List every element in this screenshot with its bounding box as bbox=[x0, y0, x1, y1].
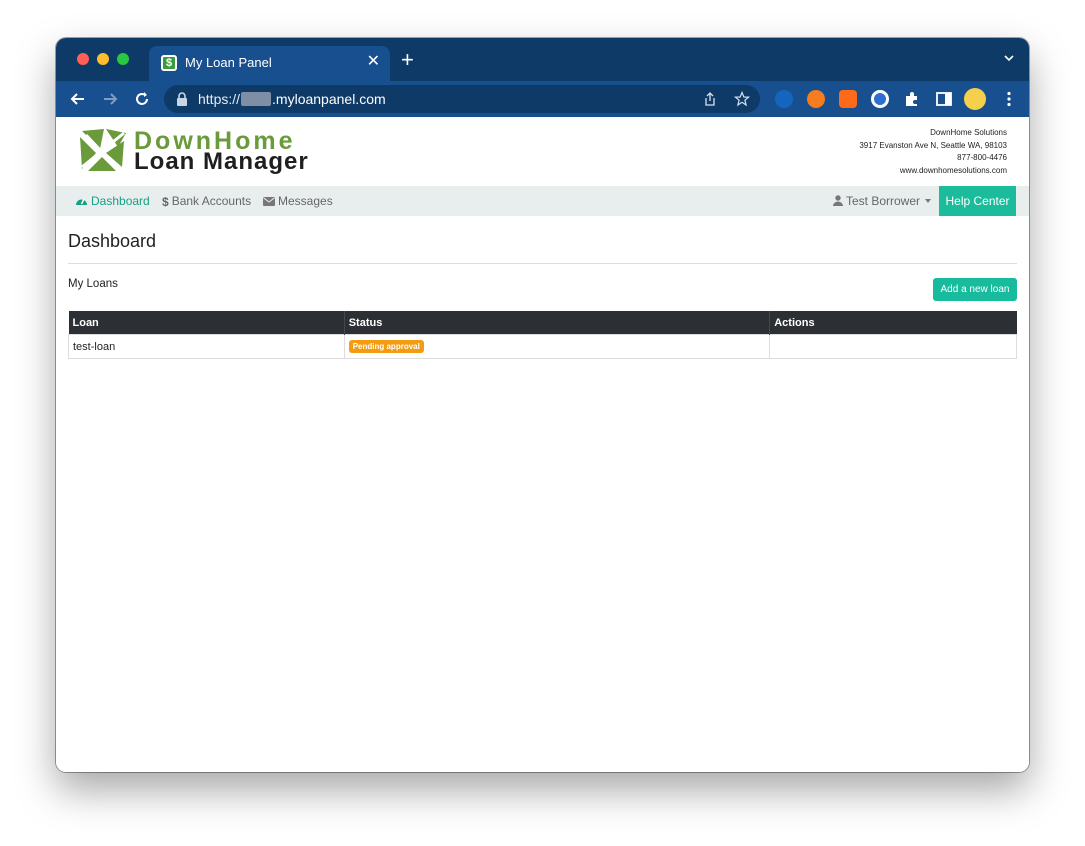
browser-window: $ My Loan Panel ✕ + https://.myloanpanel… bbox=[56, 38, 1029, 772]
page-content: DownHome Loan Manager DownHome Solutions… bbox=[56, 117, 1029, 772]
new-tab-icon[interactable]: + bbox=[401, 49, 414, 71]
section-label-my-loans: My Loans bbox=[68, 278, 118, 290]
user-menu-dropdown[interactable]: Test Borrower bbox=[833, 194, 932, 208]
tab-strip: $ My Loan Panel ✕ + bbox=[56, 38, 1029, 81]
loan-name-cell[interactable]: test-loan bbox=[68, 334, 345, 359]
back-arrow-icon[interactable] bbox=[68, 89, 88, 109]
nav-messages[interactable]: Messages bbox=[263, 194, 333, 208]
extension-c-icon[interactable] bbox=[775, 90, 793, 108]
reload-icon[interactable] bbox=[132, 89, 152, 109]
puzzle-extensions-icon[interactable] bbox=[903, 90, 921, 108]
loans-table: Loan Status Actions test-loan Pending ap… bbox=[68, 311, 1017, 359]
add-new-loan-button[interactable]: Add a new loan bbox=[933, 278, 1017, 301]
address-bar[interactable]: https://.myloanpanel.com bbox=[164, 85, 760, 113]
zoom-window-button[interactable] bbox=[117, 53, 129, 65]
nav-dashboard-label: Dashboard bbox=[91, 194, 150, 208]
page-title: Dashboard bbox=[68, 231, 157, 251]
browser-toolbar: https://.myloanpanel.com bbox=[56, 81, 1029, 117]
actions-cell bbox=[769, 334, 1017, 359]
column-header-loan: Loan bbox=[68, 311, 345, 335]
logo-mark-icon bbox=[80, 129, 126, 171]
caret-down-icon bbox=[925, 199, 932, 203]
minimize-window-button[interactable] bbox=[97, 53, 109, 65]
close-window-button[interactable] bbox=[77, 53, 89, 65]
help-center-button[interactable]: Help Center bbox=[939, 186, 1016, 216]
redacted-subdomain bbox=[241, 92, 272, 106]
divider bbox=[68, 263, 1017, 264]
browser-tab[interactable]: $ My Loan Panel ✕ bbox=[149, 46, 390, 81]
profile-avatar-icon[interactable] bbox=[964, 88, 986, 110]
nav-dashboard[interactable]: Dashboard bbox=[75, 194, 150, 208]
company-address: 3917 Evanston Ave N, Seattle WA, 98103 bbox=[859, 140, 1007, 150]
company-logo[interactable]: DownHome Loan Manager bbox=[78, 127, 328, 175]
company-phone: 877-800-4476 bbox=[957, 153, 1007, 162]
tab-close-icon[interactable]: ✕ bbox=[367, 53, 380, 71]
nav-bank-accounts-label: Bank Accounts bbox=[171, 194, 252, 208]
table-row[interactable]: test-loan Pending approval bbox=[68, 334, 1017, 359]
company-name: DownHome Solutions bbox=[930, 128, 1007, 137]
user-name: Test Borrower bbox=[846, 194, 921, 208]
status-cell: Pending approval bbox=[343, 334, 771, 359]
extension-basketball-icon[interactable] bbox=[807, 90, 825, 108]
envelope-icon bbox=[263, 197, 275, 206]
password-manager-icon[interactable] bbox=[871, 90, 889, 108]
forward-arrow-icon[interactable] bbox=[100, 89, 120, 109]
status-badge: Pending approval bbox=[348, 340, 424, 353]
user-icon bbox=[833, 195, 843, 206]
sidebar-icon[interactable] bbox=[935, 90, 953, 108]
logo-text-loan-manager: Loan Manager bbox=[134, 148, 309, 175]
hubspot-icon[interactable] bbox=[839, 90, 857, 108]
more-menu-icon[interactable] bbox=[1000, 90, 1018, 108]
bookmark-star-icon[interactable] bbox=[734, 91, 750, 107]
column-header-actions: Actions bbox=[769, 311, 1017, 335]
company-info: DownHome Solutions 3917 Evanston Ave N, … bbox=[859, 127, 1007, 177]
nav-messages-label: Messages bbox=[278, 194, 333, 208]
dollar-icon: $ bbox=[162, 195, 169, 209]
table-header-row: Loan Status Actions bbox=[68, 311, 1017, 335]
dollar-favicon-icon: $ bbox=[161, 55, 177, 71]
tachometer-icon bbox=[76, 198, 87, 205]
chevron-down-icon[interactable] bbox=[1003, 52, 1015, 64]
url-text: https://.myloanpanel.com bbox=[198, 91, 386, 107]
column-header-status: Status bbox=[344, 311, 771, 335]
lock-icon bbox=[177, 92, 187, 106]
company-website: www.downhomesolutions.com bbox=[899, 165, 1007, 175]
tab-title: My Loan Panel bbox=[185, 55, 272, 70]
main-navbar: Dashboard $ Bank Accounts Messages Test B… bbox=[56, 186, 1029, 216]
share-icon[interactable] bbox=[702, 91, 718, 107]
nav-bank-accounts[interactable]: $ Bank Accounts bbox=[162, 194, 251, 209]
